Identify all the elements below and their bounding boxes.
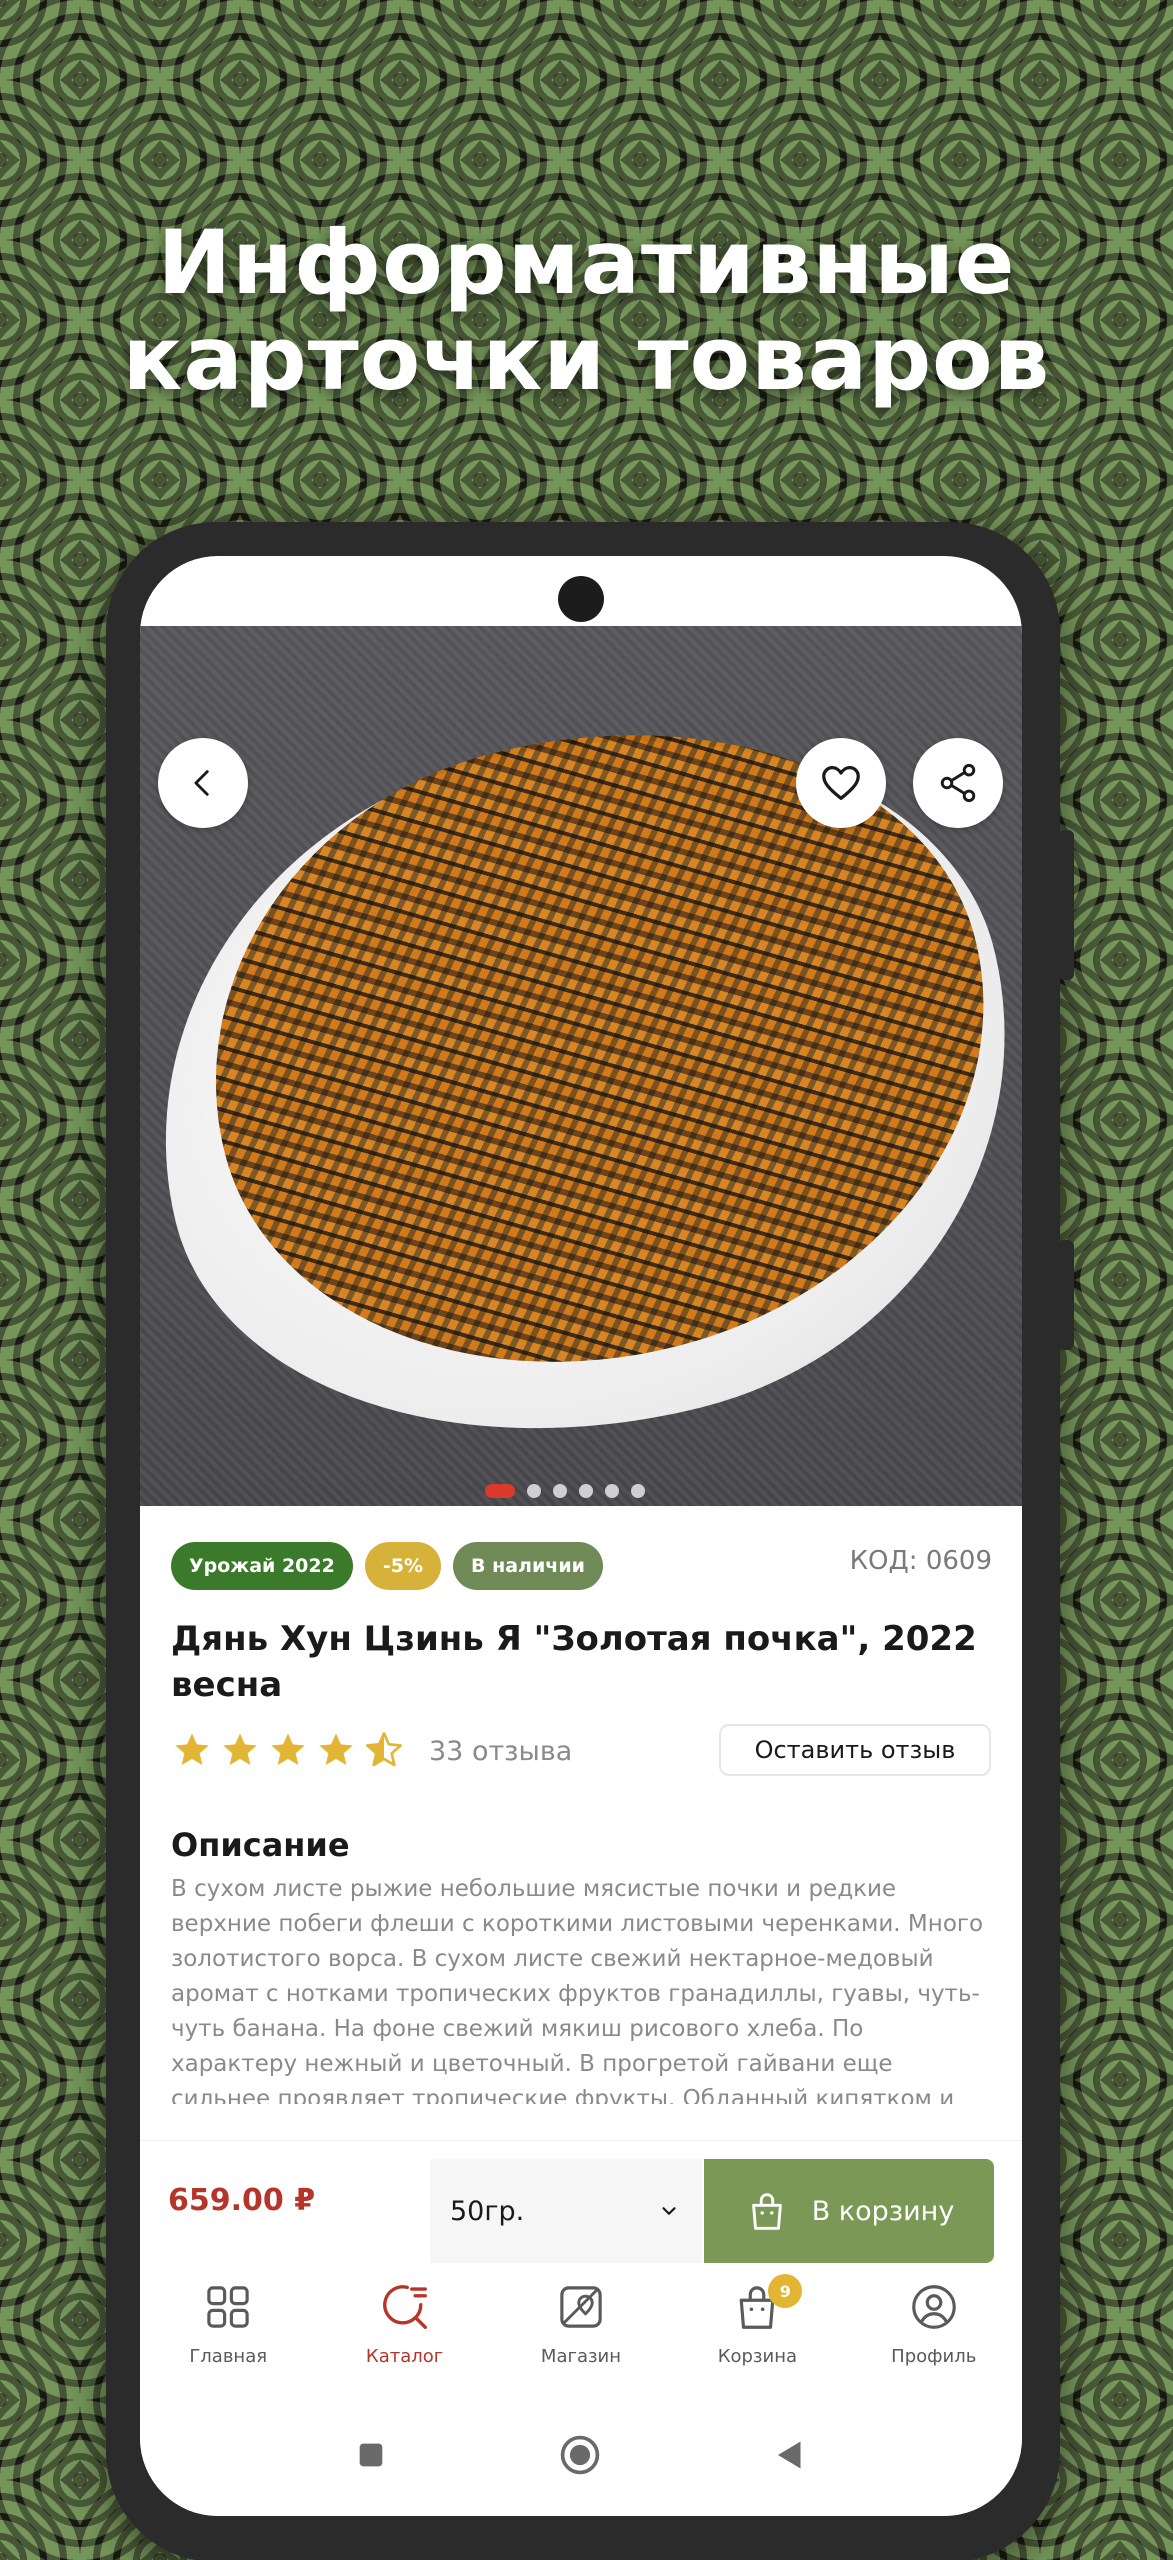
discount-badge: -5% (364, 1542, 441, 1590)
weight-select[interactable]: 50гр. (430, 2159, 702, 2263)
pagination-dot[interactable] (605, 1484, 619, 1498)
pagination-dot[interactable] (631, 1484, 645, 1498)
star-half-icon (366, 1732, 402, 1767)
purchase-bar: 659.00 ₽ 50гр. В корзину (140, 2140, 1022, 2264)
headline-line-1: Информативные (157, 211, 1016, 314)
rating-stars (171, 1730, 405, 1770)
tab-profile-label: Профиль (891, 2346, 977, 2367)
tab-shop[interactable]: Магазин (506, 2280, 656, 2367)
share-button[interactable] (913, 738, 1003, 828)
image-pagination (485, 1484, 645, 1498)
chevron-left-icon (194, 770, 209, 796)
system-nav-bar (140, 2394, 1022, 2516)
star-icon (319, 1733, 353, 1765)
home-icon[interactable] (558, 2433, 602, 2477)
star-icon (271, 1733, 305, 1765)
star-icon (175, 1733, 209, 1765)
harvest-badge: Урожай 2022 (171, 1542, 353, 1590)
pagination-dot[interactable] (579, 1484, 593, 1498)
back-triangle-icon[interactable] (772, 2437, 808, 2473)
add-to-cart-label: В корзину (811, 2195, 955, 2227)
tab-home-label: Главная (189, 2346, 268, 2367)
back-button[interactable] (158, 738, 248, 828)
grid-icon (207, 2286, 249, 2328)
heart-icon (822, 766, 860, 800)
recent-apps-icon[interactable] (354, 2438, 388, 2472)
tab-catalog[interactable]: Каталог (330, 2280, 480, 2367)
tab-shop-label: Магазин (540, 2346, 622, 2367)
pagination-dot-active[interactable] (485, 1484, 515, 1498)
product-title: Дянь Хун Цзинь Я "Золотая почка", 2022 в… (171, 1619, 977, 1705)
product-code: КОД: 0609 (849, 1546, 992, 1576)
tab-cart-label: Корзина (717, 2346, 797, 2367)
cart-count-badge: 9 (768, 2274, 803, 2308)
phone-side-button (1058, 830, 1074, 980)
pagination-dot[interactable] (553, 1484, 567, 1498)
add-to-cart-button[interactable]: В корзину (704, 2159, 994, 2263)
rating-row: 33 отзыва Оставить отзыв (171, 1724, 991, 1776)
promo-headline: Информативные карточки товаров (0, 215, 1173, 407)
pagination-dot[interactable] (527, 1484, 541, 1498)
tab-profile[interactable]: Профиль (859, 2280, 1009, 2367)
description-text: В сухом листе рыжие небольшие мясистые п… (171, 1876, 984, 2104)
user-icon (911, 2285, 956, 2329)
phone-screen: Урожай 2022 -5% В наличии КОД: 0609 Дянь… (140, 556, 1022, 2516)
tab-cart[interactable]: 9 Корзина (682, 2274, 832, 2367)
product-price: 659.00 ₽ (168, 2183, 316, 2218)
map-pin-icon (560, 2286, 602, 2328)
stock-badge: В наличии (453, 1542, 603, 1590)
reviews-count[interactable]: 33 отзыва (429, 1736, 572, 1767)
phone-volume-button (1058, 1240, 1074, 1350)
description-heading: Описание (171, 1826, 350, 1864)
shopping-bag-icon (751, 2193, 782, 2230)
product-image[interactable] (140, 626, 1022, 1506)
catalog-search-icon (382, 2285, 427, 2329)
front-camera (558, 576, 604, 622)
favorite-button[interactable] (796, 738, 886, 828)
product-badges: Урожай 2022 -5% В наличии (171, 1542, 603, 1590)
bottom-tab-bar: Главная Каталог Магазин 9 Корзина Профил… (140, 2264, 1022, 2394)
star-icon (223, 1733, 257, 1765)
tab-catalog-label: Каталог (365, 2346, 444, 2367)
share-icon (940, 763, 976, 803)
weight-value: 50гр. (450, 2195, 525, 2227)
headline-line-2: карточки товаров (122, 307, 1051, 410)
leave-review-button[interactable]: Оставить отзыв (719, 1724, 991, 1776)
chevron-down-icon (662, 2207, 676, 2215)
tab-home[interactable]: Главная (153, 2280, 303, 2367)
